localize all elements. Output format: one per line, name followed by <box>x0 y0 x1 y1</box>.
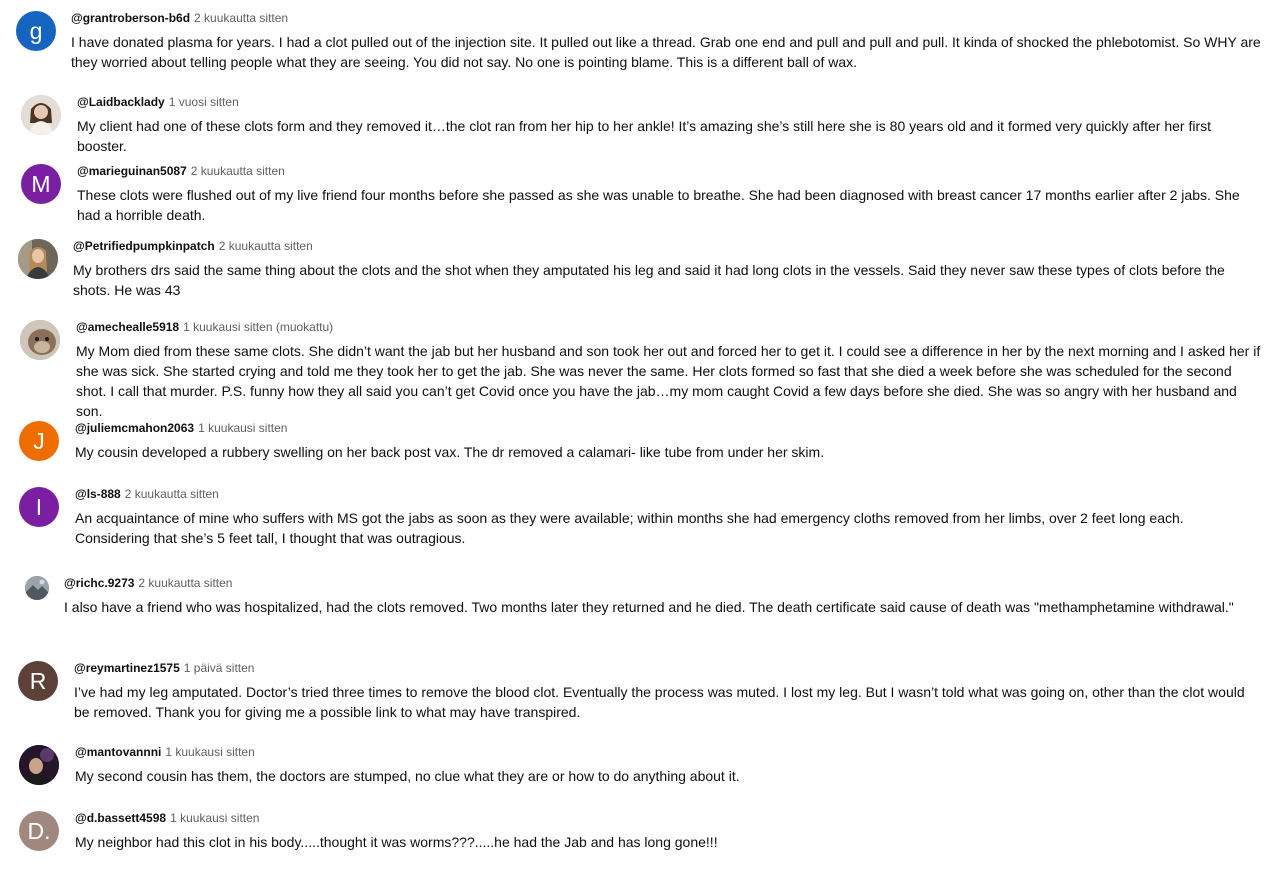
comment-header: @Laidbacklady 1 vuosi sitten <box>77 95 1262 110</box>
comment-timestamp[interactable]: 2 kuukautta sitten <box>125 487 219 501</box>
comment-header: @amechealle5918 1 kuukausi sitten (muokat… <box>76 320 1262 335</box>
comment-header: @Petrifiedpumpkinpatch 2 kuukautta sitten <box>73 239 1262 254</box>
comment-text: I have donated plasma for years. I had a… <box>71 34 1261 70</box>
author-name[interactable]: @mantovannni <box>75 745 161 759</box>
author-name[interactable]: @juliemcmahon2063 <box>75 421 194 435</box>
avatar[interactable] <box>20 320 60 360</box>
avatar[interactable] <box>19 745 59 785</box>
person-photo-icon <box>19 745 59 785</box>
person-photo-icon <box>21 95 61 135</box>
avatar[interactable]: J <box>19 421 59 461</box>
comment-header: @grantroberson-b6d 2 kuukautta sitten <box>71 11 1262 26</box>
author-name[interactable]: @ls-888 <box>75 487 121 501</box>
comment-timestamp[interactable]: 2 kuukautta sitten <box>138 576 232 590</box>
comment-timestamp[interactable]: 2 kuukautta sitten <box>194 11 288 25</box>
avatar[interactable] <box>21 95 61 135</box>
avatar[interactable]: R <box>18 661 58 701</box>
comment-header: @juliemcmahon2063 1 kuukausi sitten <box>75 421 1262 436</box>
comment-header: @mantovannni 1 kuukausi sitten <box>75 745 1262 760</box>
author-name[interactable]: @d.bassett4598 <box>75 811 166 825</box>
author-name[interactable]: @grantroberson-b6d <box>71 11 190 25</box>
comment-timestamp[interactable]: 1 kuukausi sitten <box>165 745 254 759</box>
avatar[interactable]: g <box>16 11 56 51</box>
comment-text: I’ve had my leg amputated. Doctor’s trie… <box>74 684 1245 720</box>
avatar-letter: R <box>29 667 47 694</box>
author-name[interactable]: @Petrifiedpumpkinpatch <box>73 239 215 253</box>
avatar-letter: I <box>35 493 43 520</box>
comment-text: My client had one of these clots form an… <box>77 118 1212 154</box>
author-name[interactable]: @reymartinez1575 <box>74 661 180 675</box>
avatar-letter: J <box>33 427 45 454</box>
comment-timestamp[interactable]: 2 kuukautta sitten <box>191 164 285 178</box>
comment-text: An acquaintance of mine who suffers with… <box>75 510 1184 546</box>
comment-text: My brothers drs said the same thing abou… <box>73 262 1225 298</box>
comment-text: My cousin developed a rubbery swelling o… <box>75 444 825 460</box>
comment-text: These clots were flushed out of my live … <box>77 187 1240 223</box>
comment-timestamp[interactable]: 1 päivä sitten <box>184 661 255 675</box>
comment-header: @ls-888 2 kuukautta sitten <box>75 487 1262 502</box>
comment-timestamp[interactable]: 1 kuukausi sitten (muokattu) <box>183 320 333 334</box>
comment-header: @reymartinez1575 1 päivä sitten <box>74 661 1262 676</box>
avatar[interactable] <box>18 239 58 279</box>
author-name[interactable]: @richc.9273 <box>64 576 134 590</box>
comment-timestamp[interactable]: 2 kuukautta sitten <box>219 239 313 253</box>
comment-header: @d.bassett4598 1 kuukausi sitten <box>75 811 1262 826</box>
comment-timestamp[interactable]: 1 kuukausi sitten <box>170 811 259 825</box>
avatar-letter: g <box>29 17 43 44</box>
person-photo-icon <box>18 239 58 279</box>
comment-header: @richc.9273 2 kuukautta sitten <box>64 576 1262 591</box>
avatar[interactable]: M <box>21 164 61 204</box>
avatar[interactable] <box>25 576 49 600</box>
comment-header: @marieguinan5087 2 kuukautta sitten <box>77 164 1262 179</box>
avatar-letter: D. <box>27 817 51 844</box>
comment-timestamp[interactable]: 1 kuukausi sitten <box>198 421 287 435</box>
author-name[interactable]: @amechealle5918 <box>76 320 179 334</box>
landscape-photo-icon <box>25 576 49 600</box>
author-name[interactable]: @marieguinan5087 <box>77 164 187 178</box>
comment-text: My neighbor had this clot in his body...… <box>75 834 718 850</box>
comment-text: My second cousin has them, the doctors a… <box>75 768 740 784</box>
animal-photo-icon <box>20 320 60 360</box>
comment-text: My Mom died from these same clots. She d… <box>76 343 1261 419</box>
comment-text: I also have a friend who was hospitalize… <box>64 599 1234 615</box>
avatar[interactable]: D. <box>19 811 59 851</box>
author-name[interactable]: @Laidbacklady <box>77 95 165 109</box>
avatar-letter: M <box>31 170 51 197</box>
comment-timestamp[interactable]: 1 vuosi sitten <box>169 95 239 109</box>
avatar[interactable]: I <box>19 487 59 527</box>
